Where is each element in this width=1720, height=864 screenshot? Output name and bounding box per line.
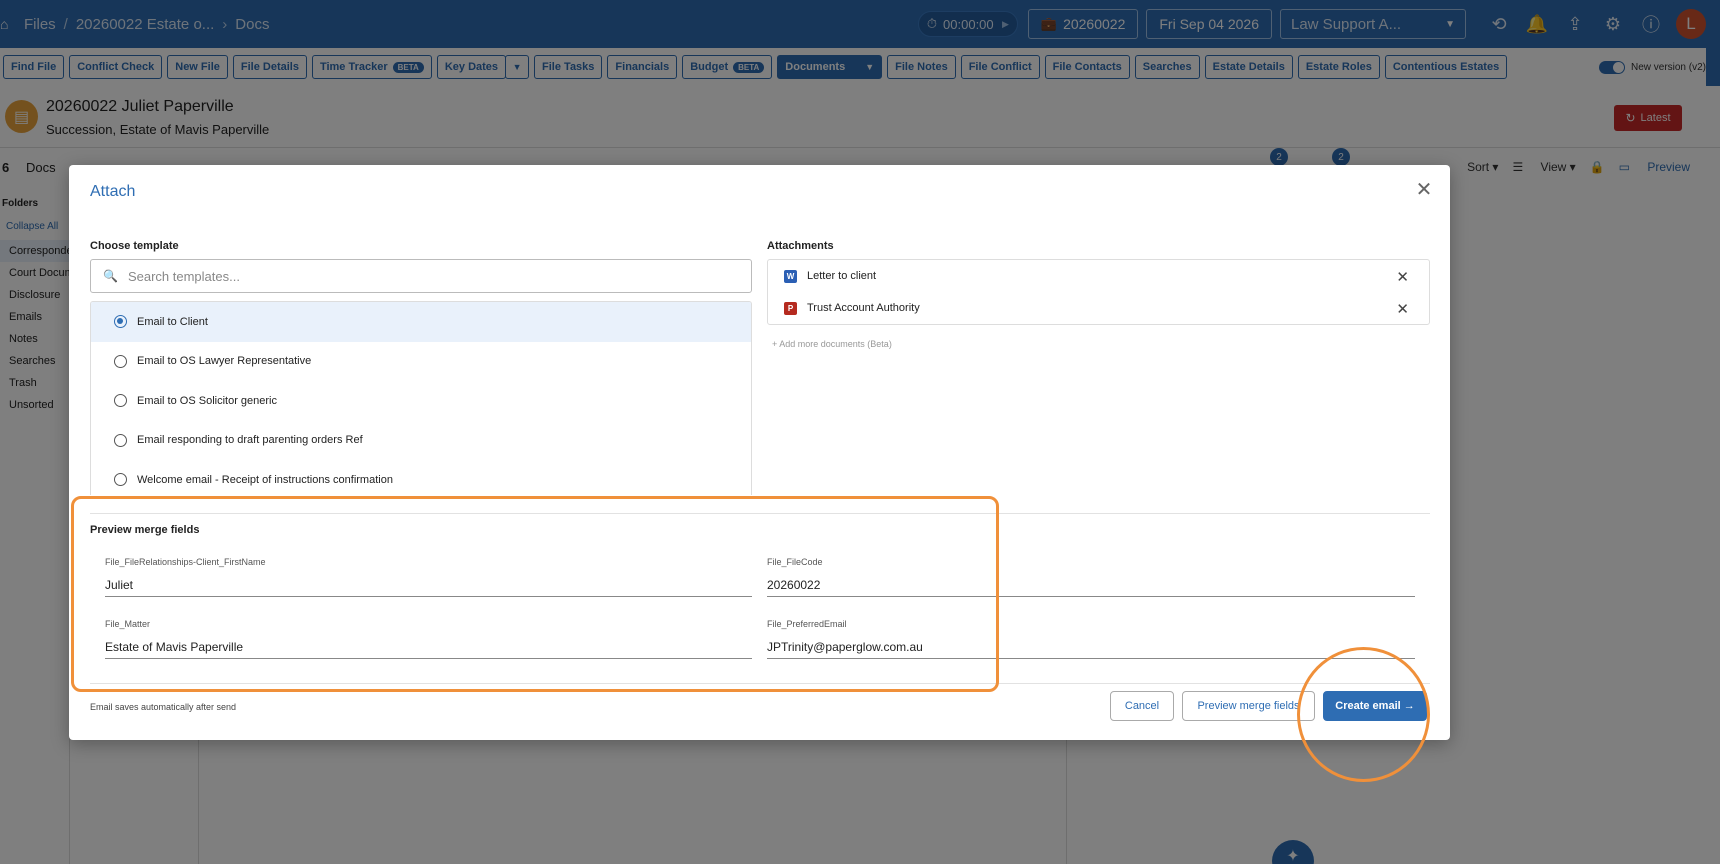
footer-note: Email saves automatically after send [90, 702, 237, 712]
remove-attachment-icon[interactable]: ✕ [1396, 300, 1409, 318]
cancel-button[interactable]: Cancel [1110, 691, 1174, 721]
radio[interactable] [114, 354, 127, 368]
template-option[interactable]: Email responding to draft parenting orde… [91, 421, 751, 461]
attachment-name: Trust Account Authority [807, 302, 920, 314]
radio[interactable] [114, 473, 127, 487]
template-search: 🔍 [90, 259, 752, 293]
preview-merge-fields-button[interactable]: Preview merge fields [1182, 691, 1315, 721]
radio[interactable] [114, 394, 127, 408]
template-option-label: Email to OS Solicitor generic [137, 394, 277, 407]
word-doc-icon: W [784, 269, 797, 283]
highlight-merge-fields [71, 496, 999, 692]
template-list: Email to Client Email to OS Lawyer Repre… [90, 301, 752, 495]
template-search-input[interactable] [127, 268, 728, 284]
template-option[interactable]: Welcome email - Receipt of instructions … [91, 460, 751, 495]
template-option[interactable]: Email to OS Lawyer Representative [91, 342, 751, 382]
template-option[interactable]: Email to Client [91, 302, 751, 342]
attachment-name: Letter to client [807, 270, 877, 282]
attachments-list: W Letter to client ✕ P Trust Account Aut… [767, 259, 1430, 325]
choose-template-label: Choose template [90, 240, 179, 252]
highlight-create-email [1297, 647, 1430, 782]
close-icon[interactable]: ✕ [1412, 177, 1436, 201]
template-option[interactable]: Email to OS Solicitor generic [91, 381, 751, 421]
attachments-label: Attachments [767, 240, 834, 252]
template-option-label: Email responding to draft parenting orde… [137, 434, 363, 447]
radio-selected[interactable] [114, 315, 127, 329]
attachment-item: W Letter to client ✕ [768, 260, 1429, 292]
add-more-documents-link[interactable]: + Add more documents (Beta) [772, 339, 892, 349]
radio[interactable] [114, 433, 127, 447]
template-option-label: Welcome email - Receipt of instructions … [137, 473, 393, 486]
pdf-icon: P [784, 301, 797, 315]
remove-attachment-icon[interactable]: ✕ [1396, 268, 1409, 286]
search-icon: 🔍 [103, 269, 118, 283]
attachment-item: P Trust Account Authority ✕ [768, 292, 1429, 324]
template-option-label: Email to Client [137, 315, 208, 328]
dialog-title: Attach [90, 183, 136, 200]
template-option-label: Email to OS Lawyer Representative [137, 355, 312, 368]
